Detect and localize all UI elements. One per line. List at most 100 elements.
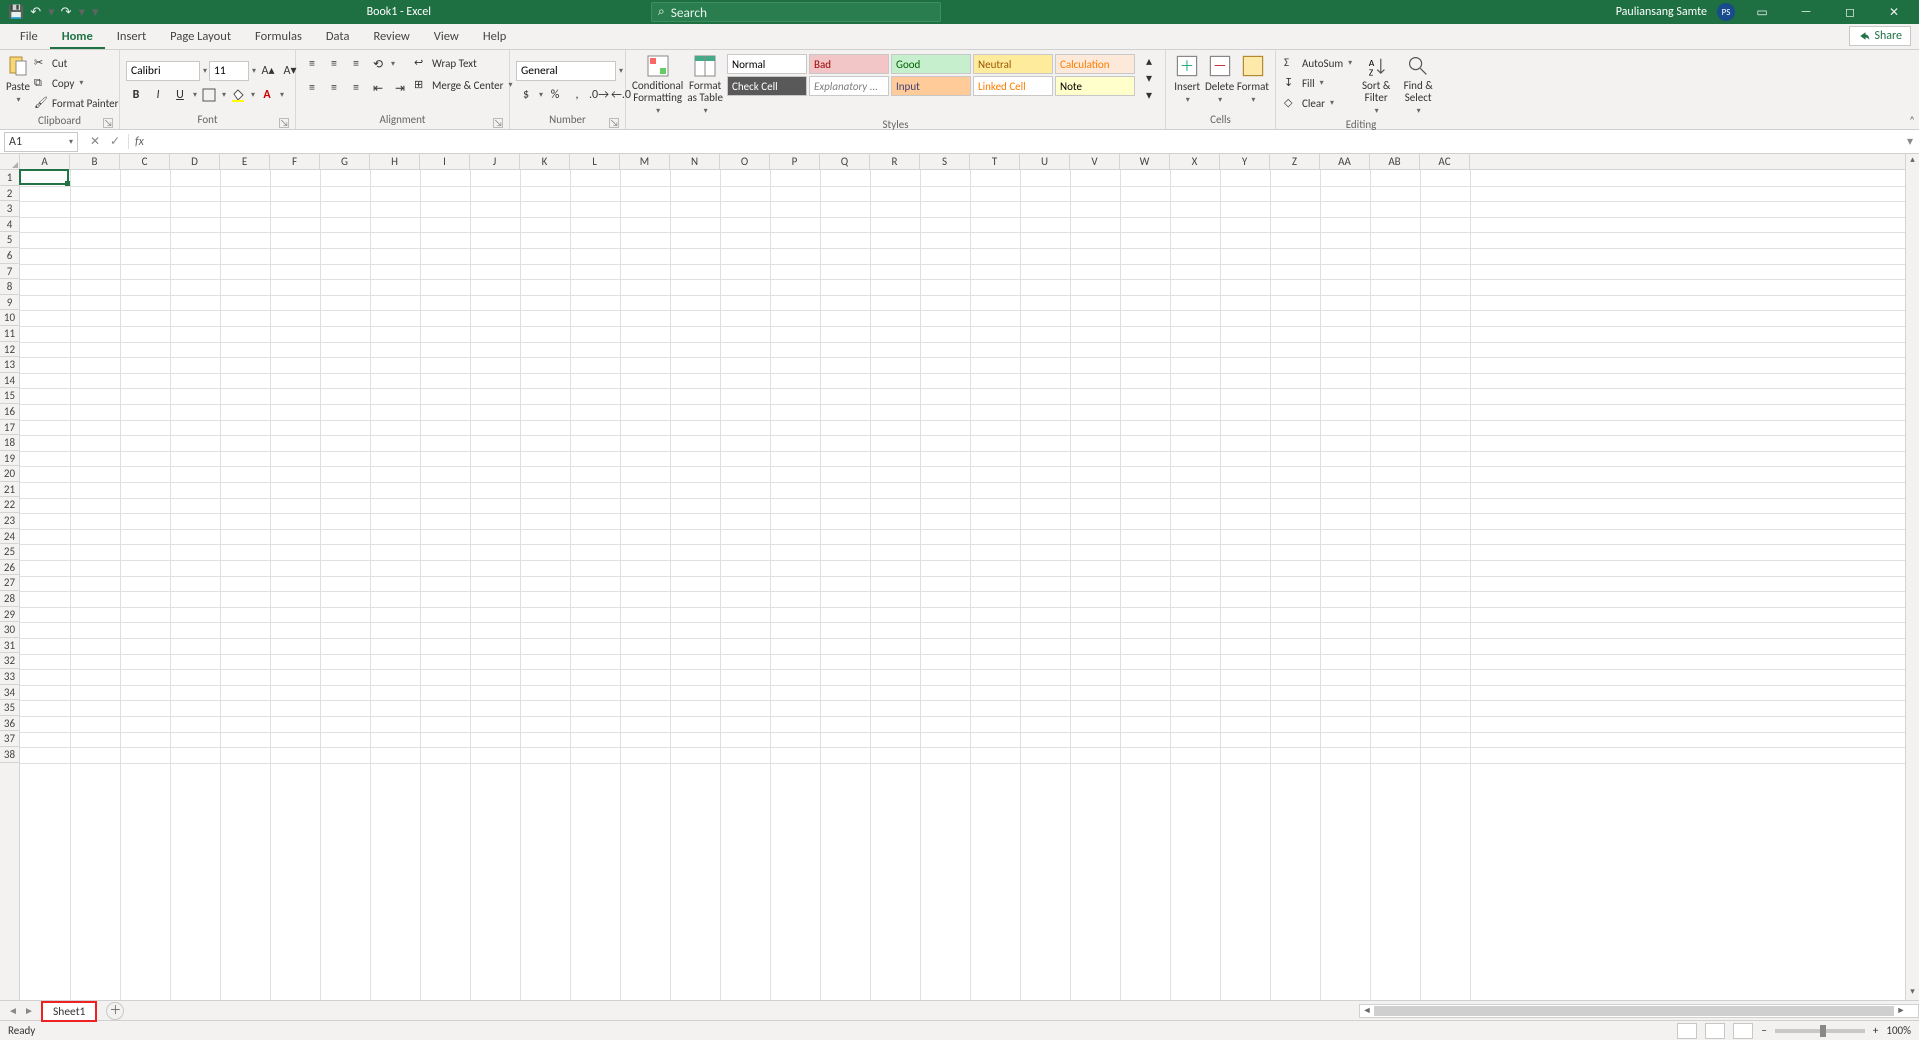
row-header[interactable]: 2 [0, 186, 19, 202]
merge-center-button[interactable]: ⊞Merge & Center▾ [412, 76, 515, 94]
row-header[interactable]: 20 [0, 466, 19, 482]
user-name[interactable]: Pauliansang Samte [1616, 5, 1707, 19]
row-header[interactable]: 21 [0, 482, 19, 498]
search-input[interactable] [671, 4, 934, 21]
ribbon-display-icon[interactable]: ▭ [1745, 5, 1779, 20]
align-center-button[interactable]: ≡ [324, 78, 344, 98]
column-header[interactable]: I [420, 154, 470, 169]
zoom-out-button[interactable]: − [1761, 1024, 1766, 1037]
orientation-button[interactable]: ⟲ [368, 54, 388, 74]
fill-button[interactable]: ↧Fill▾ [1282, 74, 1354, 92]
column-header[interactable]: V [1070, 154, 1120, 169]
vertical-scrollbar[interactable]: ▴ ▾ [1905, 154, 1919, 1000]
tab-formulas[interactable]: Formulas [243, 25, 314, 49]
sheet-nav-prev[interactable]: ◄ [6, 1004, 20, 1017]
row-header[interactable]: 26 [0, 560, 19, 576]
align-top-button[interactable]: ≡ [302, 54, 322, 74]
row-header[interactable]: 33 [0, 669, 19, 685]
borders-button[interactable] [199, 85, 219, 105]
row-header[interactable]: 14 [0, 373, 19, 389]
column-header[interactable]: K [520, 154, 570, 169]
row-header[interactable]: 23 [0, 513, 19, 529]
collapse-ribbon-button[interactable]: ˄ [1909, 114, 1915, 127]
cell-style-explanatory-[interactable]: Explanatory ... [809, 76, 889, 96]
redo-button[interactable]: ↷ [61, 5, 72, 20]
cell-style-good[interactable]: Good [891, 54, 971, 74]
undo-button[interactable]: ↶ [30, 5, 41, 20]
cell-style-bad[interactable]: Bad [809, 54, 889, 74]
column-header[interactable]: T [970, 154, 1020, 169]
sheet-tab-active[interactable]: Sheet1 [42, 1002, 96, 1021]
row-header[interactable]: 36 [0, 716, 19, 732]
tab-file[interactable]: File [8, 25, 50, 49]
column-header[interactable]: E [220, 154, 270, 169]
row-header[interactable]: 7 [0, 264, 19, 280]
format-cells-button[interactable]: Format▾ [1237, 54, 1269, 105]
comma-format-button[interactable]: , [567, 85, 587, 105]
column-header[interactable]: F [270, 154, 320, 169]
increase-decimal-button[interactable]: .0→ [589, 85, 609, 105]
save-icon[interactable]: 💾 [8, 5, 24, 20]
styles-scroll-up[interactable]: ▴ [1139, 54, 1159, 69]
cell-styles-gallery[interactable]: NormalBadGoodNeutralCalculationCheck Cel… [727, 54, 1135, 96]
cell-style-neutral[interactable]: Neutral [973, 54, 1053, 74]
cell-style-calculation[interactable]: Calculation [1055, 54, 1135, 74]
formula-input[interactable] [150, 132, 1901, 152]
page-break-view-button[interactable] [1733, 1023, 1753, 1039]
cell-style-linked-cell[interactable]: Linked Cell [973, 76, 1053, 96]
percent-format-button[interactable]: % [545, 85, 565, 105]
find-select-button[interactable]: Find & Select▾ [1398, 54, 1438, 116]
font-size-combo[interactable] [209, 61, 249, 81]
column-header[interactable]: H [370, 154, 420, 169]
row-header[interactable]: 17 [0, 420, 19, 436]
autosum-button[interactable]: ΣAutoSum▾ [1282, 54, 1354, 72]
avatar[interactable]: PS [1717, 3, 1735, 21]
paste-button[interactable]: Paste ▾ [6, 54, 30, 105]
align-left-button[interactable]: ≡ [302, 78, 322, 98]
row-header[interactable]: 11 [0, 326, 19, 342]
cell-style-note[interactable]: Note [1055, 76, 1135, 96]
page-layout-view-button[interactable] [1705, 1023, 1725, 1039]
format-painter-button[interactable]: 🖌Format Painter [32, 94, 120, 112]
expand-formula-bar[interactable]: ▾ [1901, 134, 1919, 149]
zoom-level[interactable]: 100% [1886, 1024, 1911, 1037]
row-header[interactable]: 1 [0, 170, 19, 186]
cell-style-normal[interactable]: Normal [727, 54, 807, 74]
row-header[interactable]: 9 [0, 295, 19, 311]
fill-handle[interactable] [65, 181, 70, 186]
column-header[interactable]: G [320, 154, 370, 169]
row-header[interactable]: 35 [0, 700, 19, 716]
align-middle-button[interactable]: ≡ [324, 54, 344, 74]
row-header[interactable]: 37 [0, 731, 19, 747]
redo-dropdown[interactable]: ▾ [79, 5, 86, 20]
column-header[interactable]: O [720, 154, 770, 169]
scroll-up-button[interactable]: ▴ [1910, 154, 1915, 168]
normal-view-button[interactable] [1677, 1023, 1697, 1039]
decrease-indent-button[interactable]: ⇤ [368, 78, 388, 98]
column-header[interactable]: U [1020, 154, 1070, 169]
align-bottom-button[interactable]: ≡ [346, 54, 366, 74]
search-box[interactable]: ⌕ [651, 2, 941, 22]
row-header[interactable]: 31 [0, 638, 19, 654]
enter-formula-button[interactable]: ✓ [106, 134, 124, 149]
row-header[interactable]: 18 [0, 435, 19, 451]
cells-area[interactable] [20, 170, 1905, 1000]
share-button[interactable]: Share [1849, 26, 1911, 46]
italic-button[interactable]: I [148, 85, 168, 105]
column-header[interactable]: Y [1220, 154, 1270, 169]
column-header[interactable]: W [1120, 154, 1170, 169]
number-dialog-launcher[interactable]: ↘ [609, 118, 619, 128]
column-header[interactable]: B [70, 154, 120, 169]
row-header[interactable]: 25 [0, 544, 19, 560]
accounting-format-button[interactable]: $ [516, 85, 536, 105]
tab-page-layout[interactable]: Page Layout [158, 25, 243, 49]
column-header[interactable]: C [120, 154, 170, 169]
underline-button[interactable]: U [170, 85, 190, 105]
insert-cells-button[interactable]: ＋Insert▾ [1172, 54, 1202, 105]
column-header[interactable]: D [170, 154, 220, 169]
tab-data[interactable]: Data [314, 25, 362, 49]
select-all-button[interactable] [0, 154, 19, 170]
row-header[interactable]: 4 [0, 217, 19, 233]
minimize-button[interactable]: — [1789, 5, 1823, 19]
format-as-table-button[interactable]: Format as Table▾ [685, 54, 725, 116]
